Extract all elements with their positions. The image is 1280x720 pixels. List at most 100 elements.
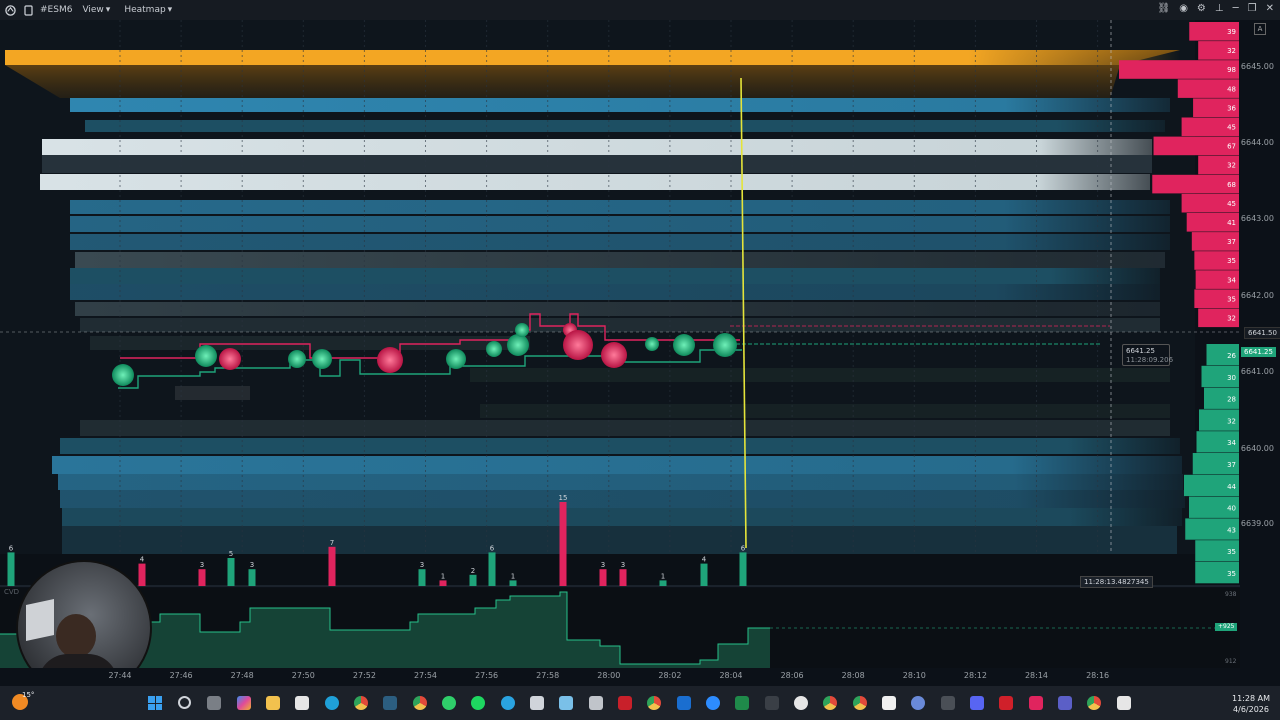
sell-trade-bubble — [563, 330, 593, 360]
close-icon[interactable]: ✕ — [1266, 3, 1274, 14]
app-icon[interactable] — [618, 696, 632, 710]
volume-bar-label: 3 — [200, 561, 204, 569]
axis-settings-icon[interactable]: A — [1254, 23, 1266, 35]
heatmap-liquidity-band — [62, 508, 1182, 526]
dom-ask-size: 48 — [1227, 85, 1236, 93]
volume-bar — [227, 558, 235, 586]
search-icon[interactable] — [178, 696, 191, 709]
app-logo-icon — [4, 4, 16, 16]
app-icon[interactable] — [941, 696, 955, 710]
dom-bid-size: 28 — [1227, 396, 1236, 404]
time-label: 28:08 — [841, 671, 865, 680]
app-icon[interactable] — [1117, 696, 1131, 710]
gear-icon[interactable]: ⚙ — [1197, 3, 1206, 14]
webcam-shelf — [26, 599, 54, 641]
time-label: 28:16 — [1086, 671, 1110, 680]
buy-trade-bubble — [673, 334, 695, 356]
title-bar: #ESM6 View ▾ Heatmap ▾ ⛓ ◉ ⚙ ⊥ ─ ❐ ✕ — [0, 0, 1280, 21]
volume-bar-label: 6 — [9, 544, 14, 552]
app-icon[interactable] — [911, 696, 925, 710]
app-icon[interactable] — [999, 696, 1013, 710]
chrome-icon[interactable] — [853, 696, 867, 710]
whatsapp-icon[interactable] — [442, 696, 456, 710]
symbol-label[interactable]: #ESM6 — [40, 5, 72, 15]
heatmap-liquidity-band — [52, 456, 1182, 474]
zoom-icon[interactable] — [706, 696, 720, 710]
app-icon[interactable] — [589, 696, 603, 710]
system-clock[interactable]: 11:28 AM 4/6/2026 — [1232, 693, 1270, 715]
discord-icon[interactable] — [970, 696, 984, 710]
heatmap-liquidity-band — [75, 302, 1160, 316]
camera-icon[interactable]: ◉ — [1179, 3, 1188, 14]
volume-bar-label: 15 — [559, 494, 568, 502]
dom-ask-size: 32 — [1227, 162, 1236, 170]
cvd-current-tag: +925 — [1215, 623, 1238, 631]
link-icon[interactable]: ⛓ — [1157, 3, 1170, 14]
cvd-bottom-value: 912 — [1225, 658, 1237, 665]
dom-bid-size: 40 — [1227, 505, 1236, 513]
bookmap-icon[interactable] — [383, 696, 397, 710]
price-label: 6643.00 — [1240, 214, 1274, 223]
app-icon[interactable] — [765, 696, 779, 710]
time-label: 28:00 — [597, 671, 621, 680]
excel-icon[interactable] — [735, 696, 749, 710]
dom-ask-bar — [1152, 174, 1239, 194]
start-button[interactable] — [148, 696, 162, 710]
view-menu-label: View — [82, 5, 104, 15]
heatmap-liquidity-white — [40, 174, 1150, 190]
link-square-icon[interactable] — [22, 4, 34, 16]
dom-bid-size: 43 — [1227, 526, 1236, 534]
price-label: 6642.00 — [1240, 291, 1274, 300]
time-label: 28:14 — [1024, 671, 1049, 680]
volume-pane — [0, 554, 1195, 586]
edge-icon[interactable] — [325, 696, 339, 710]
chrome-icon[interactable] — [354, 696, 368, 710]
sell-trade-bubble — [377, 347, 403, 373]
maximize-icon[interactable]: ❐ — [1248, 3, 1257, 14]
volume-bar-label: 1 — [661, 572, 665, 580]
telegram-icon[interactable] — [501, 696, 515, 710]
chrome-icon[interactable] — [413, 696, 427, 710]
tiktok-icon[interactable] — [1029, 696, 1043, 710]
clock-time: 11:28 AM — [1232, 694, 1270, 703]
heatmap-liquidity-white — [42, 139, 1152, 155]
heatmap-svg: 39329848364567326845413735343532 2630283… — [0, 20, 1240, 668]
microsoft-store-icon[interactable] — [295, 696, 309, 710]
volume-bar-label: 6 — [741, 544, 746, 552]
chrome-icon[interactable] — [823, 696, 837, 710]
heatmap-menu-label: Heatmap — [124, 5, 166, 15]
buy-trade-bubble — [446, 349, 466, 369]
dom-bid-size: 37 — [1227, 461, 1236, 469]
app-icon[interactable] — [559, 696, 573, 710]
task-view-icon[interactable] — [207, 696, 221, 710]
view-menu[interactable]: View ▾ — [78, 5, 114, 15]
file-explorer-icon[interactable] — [266, 696, 280, 710]
outlook-icon[interactable] — [677, 696, 691, 710]
chrome-icon[interactable] — [647, 696, 661, 710]
heatmap-menu[interactable]: Heatmap ▾ — [120, 5, 176, 15]
minimize-icon[interactable]: ─ — [1233, 3, 1239, 14]
price-axis: 6645.00 6644.00 6643.00 6642.00 6641.00 … — [1240, 20, 1280, 668]
dom-ask-size: 34 — [1227, 276, 1236, 284]
app-icon[interactable] — [530, 696, 544, 710]
volume-bar — [739, 552, 747, 586]
time-label: 28:12 — [963, 671, 987, 680]
volume-bar — [619, 569, 627, 586]
copilot-icon[interactable] — [237, 696, 251, 710]
app-icon[interactable] — [794, 696, 808, 710]
spotify-icon[interactable] — [471, 696, 485, 710]
dom-bid-size: 26 — [1227, 352, 1236, 360]
dom-bid-size: 30 — [1227, 374, 1236, 382]
chevron-down-icon: ▾ — [105, 5, 111, 15]
teams-icon[interactable] — [1058, 696, 1072, 710]
volume-bar — [700, 563, 708, 586]
heatmap-liquidity-band — [60, 438, 1180, 454]
mail-icon[interactable] — [882, 696, 896, 710]
heatmap-chart[interactable]: 39 32 98 48 36 45 67 32 68 45 41 37 35 34 35 32 26 30 28 3… — [0, 20, 1280, 696]
heatmap-liquidity-band — [70, 234, 1170, 250]
chrome-icon[interactable] — [1087, 696, 1101, 710]
price-label: 6641.00 — [1240, 367, 1274, 376]
volume-bar-label: 1 — [441, 572, 445, 580]
heatmap-liquidity-band — [42, 155, 1152, 173]
pin-icon[interactable]: ⊥ — [1215, 3, 1224, 14]
